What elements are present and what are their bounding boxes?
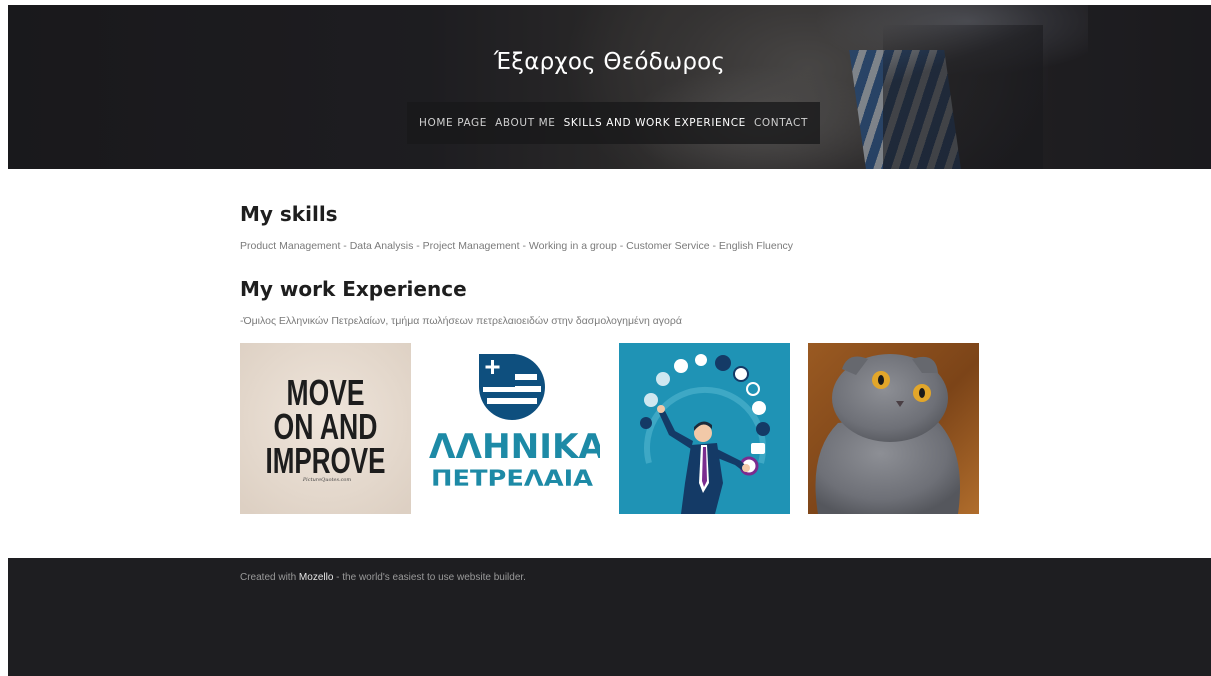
footer-credit: Created with Mozello - the world's easie… — [240, 572, 526, 583]
page: Έξαρχος Θεόδωρος HOME PAGE ABOUT ME SKIL… — [8, 5, 1211, 676]
chart-icon — [656, 372, 670, 386]
site-title[interactable]: Έξαρχος Θεόδωρος — [8, 49, 1211, 75]
gallery-image-quote[interactable]: MOVE ON AND IMPROVE PictureQuotes.com — [240, 343, 411, 514]
quote-caption: PictureQuotes.com — [302, 477, 352, 483]
shield-icon — [674, 359, 688, 373]
nav-contact[interactable]: CONTACT — [754, 117, 808, 129]
helm-icon — [746, 382, 760, 396]
skills-heading: My skills — [240, 202, 338, 226]
gallery-image-hellenic-petroleum[interactable]: ΛΛΗΝΙΚΑ ΠΕΤΡΕΛΑΙΑ — [429, 343, 600, 514]
globe-icon — [644, 393, 658, 407]
lock-icon — [640, 417, 652, 429]
gallery-image-cat[interactable] — [808, 343, 979, 514]
logo-text-line-2: ΠΕΤΡΕΛΑΙΑ — [431, 467, 593, 492]
nav-about-me[interactable]: ABOUT ME — [495, 117, 555, 129]
like-icon — [756, 422, 770, 436]
mozello-link[interactable]: Mozello — [299, 572, 333, 583]
skills-text: Product Management - Data Analysis - Pro… — [240, 240, 794, 252]
laptop-icon — [751, 443, 765, 454]
footer-prefix: Created with — [240, 572, 299, 583]
work-experience-heading: My work Experience — [240, 277, 467, 301]
lightbulb-icon — [695, 354, 707, 366]
header-overlay — [8, 5, 1211, 169]
nav-skills-and-work-experience[interactable]: SKILLS AND WORK EXPERIENCE — [564, 117, 746, 129]
quote-line-3: IMPROVE — [266, 440, 386, 481]
user-icon — [752, 401, 766, 415]
compass-icon — [733, 366, 749, 382]
site-footer: Created with Mozello - the world's easie… — [8, 558, 1211, 676]
hellenic-petroleum-logo-icon — [479, 354, 545, 420]
main-nav: HOME PAGE ABOUT ME SKILLS AND WORK EXPER… — [407, 102, 820, 144]
image-gallery: MOVE ON AND IMPROVE PictureQuotes.com ΛΛ… — [240, 343, 980, 514]
work-experience-text: -Όμιλος Ελληνικών Πετρελαίων, τμήμα πωλή… — [240, 315, 682, 327]
footer-suffix: - the world's easiest to use website bui… — [333, 572, 526, 583]
gallery-image-business-illustration[interactable] — [619, 343, 790, 514]
chat-icon — [715, 355, 731, 371]
logo-text-line-1: ΛΛΗΝΙΚΑ — [429, 427, 600, 467]
nav-home-page[interactable]: HOME PAGE — [419, 117, 487, 129]
site-header: Έξαρχος Θεόδωρος HOME PAGE ABOUT ME SKIL… — [8, 5, 1211, 169]
